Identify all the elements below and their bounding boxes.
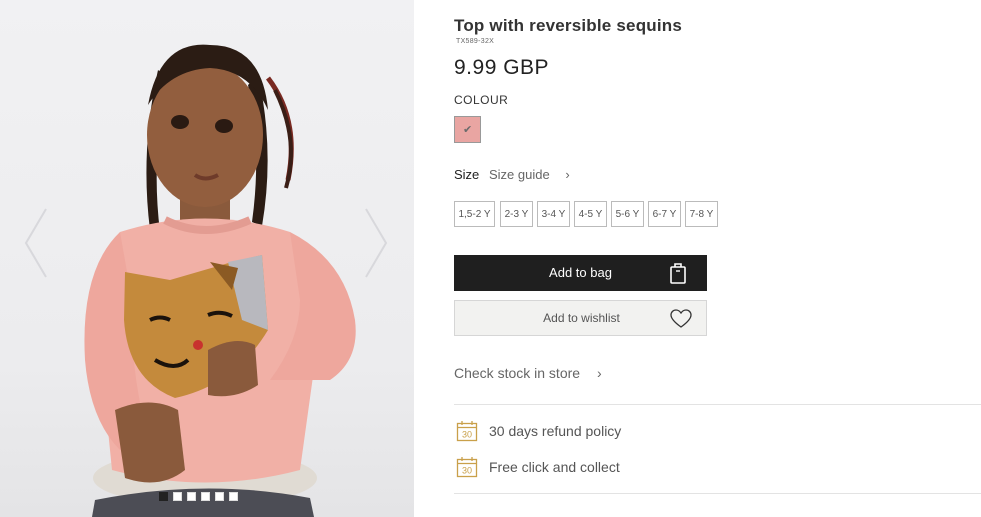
size-guide-label: Size guide xyxy=(489,167,550,182)
shopping-bag-icon xyxy=(670,263,686,284)
calendar-30-icon: 30 xyxy=(456,457,478,478)
click-collect-text: Free click and collect xyxy=(489,459,620,475)
gallery-dot[interactable] xyxy=(201,492,210,501)
size-option[interactable]: 4-5 Y xyxy=(574,201,607,227)
refund-policy-feature: 30 30 days refund policy xyxy=(456,420,621,442)
refund-policy-text: 30 days refund policy xyxy=(489,423,622,439)
previous-image-arrow-icon[interactable] xyxy=(20,205,50,281)
check-icon: ✔ xyxy=(463,124,473,136)
gallery-dot[interactable] xyxy=(229,492,238,501)
size-option[interactable]: 6-7 Y xyxy=(648,201,681,227)
colour-label: COLOUR xyxy=(454,93,509,107)
size-option[interactable]: 3-4 Y xyxy=(537,201,570,227)
size-option[interactable]: 1,5-2 Y xyxy=(454,201,495,227)
size-option[interactable]: 7-8 Y xyxy=(685,201,718,227)
divider xyxy=(454,493,981,494)
chevron-right-icon: › xyxy=(596,365,602,381)
gallery-dot[interactable] xyxy=(215,492,224,501)
size-label: Size xyxy=(454,167,480,182)
check-stock-link[interactable]: Check stock in store › xyxy=(454,365,602,381)
gallery-dots xyxy=(159,492,238,501)
calendar-number: 30 xyxy=(462,466,472,476)
product-sku: TX589-32X xyxy=(456,38,495,45)
divider xyxy=(454,404,981,405)
colour-swatch-pink[interactable]: ✔ xyxy=(454,116,481,143)
product-price: 9.99 GBP xyxy=(454,56,550,79)
size-option[interactable]: 2-3 Y xyxy=(500,201,533,227)
chevron-right-icon: › xyxy=(565,167,570,182)
product-title: Top with reversible sequins xyxy=(454,16,683,35)
size-option[interactable]: 5-6 Y xyxy=(611,201,644,227)
gallery-dot[interactable] xyxy=(159,492,168,501)
calendar-number: 30 xyxy=(462,430,472,440)
calendar-30-icon: 30 xyxy=(456,421,478,442)
click-collect-feature: 30 Free click and collect xyxy=(456,456,620,478)
product-info-panel: Top with reversible sequins TX589-32X 9.… xyxy=(454,0,981,517)
add-to-bag-button[interactable]: Add to bag xyxy=(454,255,707,291)
gallery-dot[interactable] xyxy=(173,492,182,501)
heart-icon xyxy=(670,309,692,328)
size-options: 1,5-2 Y 2-3 Y 3-4 Y 4-5 Y 5-6 Y 6-7 Y 7-… xyxy=(454,201,722,227)
gallery-dot[interactable] xyxy=(187,492,196,501)
product-image-gallery[interactable] xyxy=(0,0,414,517)
check-stock-label: Check stock in store xyxy=(454,365,581,381)
add-to-wishlist-button[interactable]: Add to wishlist xyxy=(454,300,707,336)
product-photo xyxy=(84,44,356,517)
next-image-arrow-icon[interactable] xyxy=(362,205,392,281)
size-guide-link[interactable]: Size guide › xyxy=(489,167,570,182)
